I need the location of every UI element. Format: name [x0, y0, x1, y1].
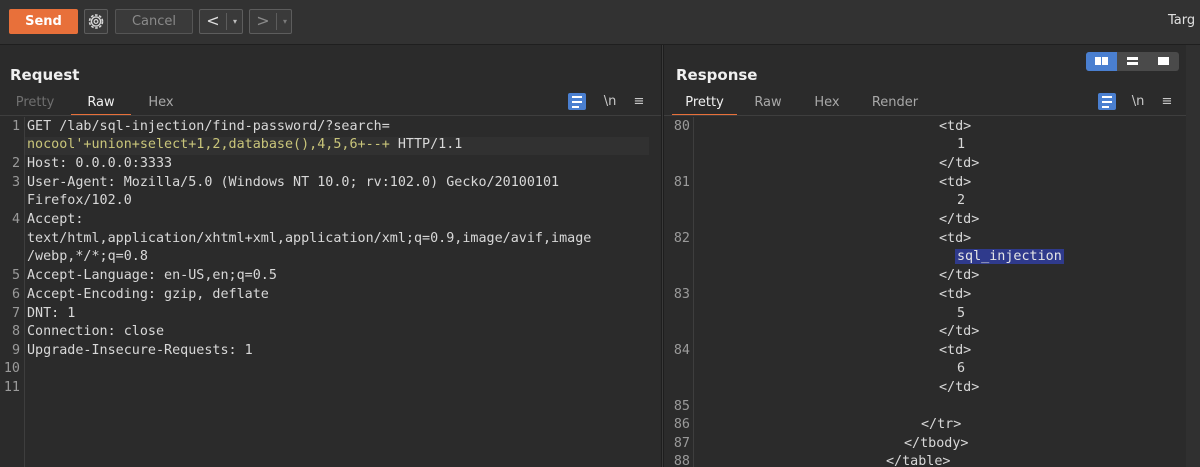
response-tabs: Pretty Raw Hex Render: [664, 92, 1200, 116]
forward-button-group: > ▾: [249, 9, 292, 34]
response-pane: Response Pretty Raw Hex Render \n ≡ 80 8…: [664, 45, 1200, 467]
html-tag: </td>: [939, 324, 980, 339]
tabs-divider: [0, 115, 661, 116]
request-line-continuation: text/html,application/xhtml+xml,applicat…: [27, 231, 592, 246]
tab-hex[interactable]: Hex: [138, 92, 184, 116]
menu-icon[interactable]: ≡: [630, 93, 648, 111]
cell-value-selected[interactable]: sql_injection: [955, 249, 1064, 264]
tab-render[interactable]: Render: [864, 92, 926, 116]
top-toolbar: Send Cancel < ▾ > ▾ Targ: [0, 0, 1200, 45]
html-tag: </td>: [939, 156, 980, 171]
html-tag: </tbody>: [904, 436, 969, 451]
layout-tabs-button[interactable]: [1148, 52, 1179, 71]
request-pane: Request Pretty Raw Hex \n ≡ 1 2 3 4 5 6 …: [0, 45, 661, 467]
request-line-continuation: nocool'+union+select+1,2,database(),4,5,…: [27, 137, 462, 152]
html-tag: </td>: [939, 380, 980, 395]
request-line: Upgrade-Insecure-Requests: 1: [27, 343, 253, 358]
http-version: HTTP/1.1: [389, 137, 463, 152]
line-number: 82: [673, 231, 690, 246]
line-number: 6: [11, 287, 20, 302]
tab-raw[interactable]: Raw: [747, 92, 789, 116]
wrap-lines-icon[interactable]: [568, 93, 586, 110]
line-number: 2: [11, 156, 20, 171]
cell-value: 2: [957, 193, 966, 208]
back-button-group: < ▾: [199, 9, 243, 34]
tab-hex[interactable]: Hex: [806, 92, 848, 116]
request-line: User-Agent: Mozilla/5.0 (Windows NT 10.0…: [27, 175, 560, 190]
line-number: 9: [11, 343, 20, 358]
html-tag: </tr>: [921, 417, 962, 432]
cell-value: 6: [957, 361, 966, 376]
line-number: 7: [11, 306, 20, 321]
line-number: 86: [673, 417, 690, 432]
request-title: Request: [10, 66, 80, 84]
line-number: 8: [11, 324, 20, 339]
line-number-gutter: 80 81 82 83 84 85 86 87 88: [664, 117, 694, 467]
injected-payload: nocool'+union+select+1,2,database(),4,5,…: [27, 137, 390, 152]
html-tag: </table>: [886, 454, 951, 467]
line-number: 5: [11, 268, 20, 283]
forward-history-dropdown[interactable]: ▾: [278, 10, 292, 33]
line-number: 83: [673, 287, 690, 302]
line-number: 3: [11, 175, 20, 190]
html-tag: <td>: [939, 175, 972, 190]
back-history-dropdown[interactable]: ▾: [228, 10, 242, 33]
target-label[interactable]: Targ: [1168, 13, 1195, 28]
request-tabs: Pretty Raw Hex: [0, 92, 661, 116]
back-button[interactable]: <: [200, 10, 226, 33]
response-title: Response: [676, 66, 758, 84]
html-tag: </td>: [939, 268, 980, 283]
line-number-gutter: 1 2 3 4 5 6 7 8 9 10 11: [0, 117, 25, 467]
tabs-divider: [664, 115, 1186, 116]
tab-pretty[interactable]: Pretty: [6, 92, 64, 116]
request-line: Connection: close: [27, 324, 165, 339]
cell-value: 1: [957, 137, 966, 152]
cancel-button[interactable]: Cancel: [115, 9, 193, 34]
line-number: 84: [673, 343, 690, 358]
line-number: 1: [11, 119, 20, 134]
line-number: 85: [673, 399, 690, 414]
html-tag: <td>: [939, 287, 972, 302]
newline-toggle[interactable]: \n: [601, 93, 619, 111]
request-line: Host: 0.0.0.0:3333: [27, 156, 173, 171]
newline-toggle[interactable]: \n: [1129, 93, 1147, 111]
layout-stacked-button[interactable]: [1117, 52, 1148, 71]
request-line: Accept-Encoding: gzip, deflate: [27, 287, 269, 302]
line-number: 81: [673, 175, 690, 190]
cell-value: 5: [957, 306, 966, 321]
html-tag: </td>: [939, 212, 980, 227]
request-line: Accept-Language: en-US,en;q=0.5: [27, 268, 277, 283]
gear-icon: [88, 14, 104, 29]
settings-button[interactable]: [84, 9, 108, 34]
search-match-highlight: sql_injection: [955, 249, 1064, 264]
html-tag: <td>: [939, 119, 972, 134]
tab-raw[interactable]: Raw: [71, 92, 131, 116]
html-tag: <td>: [939, 343, 972, 358]
send-button[interactable]: Send: [9, 9, 78, 34]
layout-toggle: [1086, 52, 1179, 71]
request-line: Accept:: [27, 212, 84, 227]
line-number: 11: [3, 380, 20, 395]
html-tag: <td>: [939, 231, 972, 246]
line-number: 80: [673, 119, 690, 134]
line-number: 4: [11, 212, 20, 227]
line-number: 88: [673, 454, 690, 467]
forward-button[interactable]: >: [250, 10, 276, 33]
back-separator: [226, 13, 227, 30]
request-line: GET /lab/sql-injection/find-password/?se…: [27, 119, 390, 134]
request-editor[interactable]: 1 2 3 4 5 6 7 8 9 10 11 GET /lab/sql-inj…: [0, 117, 661, 467]
wrap-lines-icon[interactable]: [1098, 93, 1116, 110]
layout-side-by-side-button[interactable]: [1086, 52, 1117, 71]
request-line-continuation: Firefox/102.0: [27, 193, 132, 208]
line-number: 10: [3, 361, 20, 376]
tab-pretty[interactable]: Pretty: [672, 92, 737, 116]
response-editor[interactable]: 80 81 82 83 84 85 86 87 88 <td> 1 </td> …: [664, 117, 1186, 467]
menu-icon[interactable]: ≡: [1158, 93, 1176, 111]
forward-separator: [276, 13, 277, 30]
request-line: DNT: 1: [27, 306, 76, 321]
request-line-continuation: /webp,*/*;q=0.8: [27, 249, 148, 264]
line-number: 87: [673, 436, 690, 451]
